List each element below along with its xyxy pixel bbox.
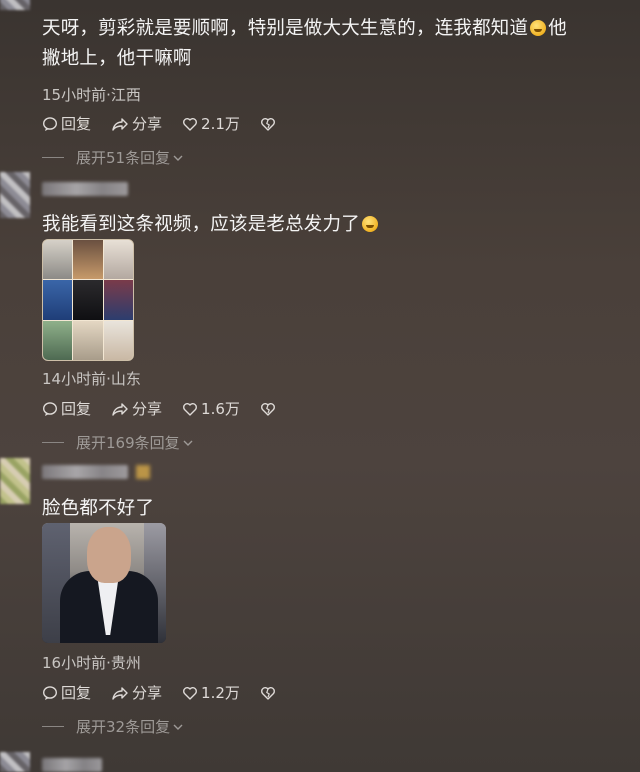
- share-button[interactable]: 分享: [111, 398, 162, 419]
- share-button[interactable]: 分享: [111, 682, 162, 703]
- grid-image[interactable]: [43, 320, 73, 360]
- speech-bubble-icon: [42, 401, 58, 416]
- comment-text: 脸色都不好了: [42, 498, 155, 519]
- like-button[interactable]: 2.1万: [182, 113, 240, 134]
- divider: [42, 442, 64, 443]
- grid-image[interactable]: [103, 320, 133, 360]
- grid-image[interactable]: [103, 240, 133, 280]
- avatar[interactable]: [0, 0, 30, 10]
- reply-button[interactable]: 回复: [42, 682, 91, 703]
- grid-image[interactable]: [43, 240, 73, 280]
- smirk-emoji-icon: [361, 216, 378, 232]
- expand-replies-button[interactable]: 展开32条回复: [42, 716, 184, 737]
- avatar[interactable]: [0, 752, 30, 772]
- comment-text: 我能看到这条视频，应该是老总发力了: [42, 210, 380, 240]
- comment-meta: 14小时前·山东: [42, 370, 141, 388]
- chevron-down-icon: [173, 724, 183, 730]
- comment-meta: 16小时前·贵州: [42, 654, 141, 672]
- share-arrow-icon: [112, 686, 128, 700]
- heart-icon: [183, 686, 198, 700]
- comment-text-line2: 撇地上，他干嘛啊: [42, 48, 192, 69]
- comment-image[interactable]: [42, 523, 166, 643]
- image-detail: [87, 527, 131, 583]
- laughing-emoji-icon: [530, 20, 547, 36]
- comment-actions: 回复 分享 1.2万: [42, 682, 299, 703]
- expand-replies-button[interactable]: 展开51条回复: [42, 147, 184, 168]
- share-arrow-icon: [112, 117, 128, 131]
- dislike-button[interactable]: [260, 685, 279, 701]
- divider: [42, 157, 64, 158]
- comment-item: 我能看到这条视频，应该是老总发力了 14小时前·山东 回复 分享 1.6万 展开: [0, 172, 640, 456]
- grid-image[interactable]: [73, 240, 103, 280]
- heart-icon: [183, 117, 198, 131]
- username-blurred[interactable]: [42, 758, 102, 772]
- speech-bubble-icon: [42, 685, 58, 700]
- username-blurred[interactable]: [42, 182, 128, 196]
- comment-actions: 回复 分享 2.1万: [42, 113, 299, 134]
- reply-button[interactable]: 回复: [42, 113, 91, 134]
- dislike-button[interactable]: [260, 401, 279, 417]
- like-button[interactable]: 1.6万: [182, 398, 240, 419]
- grid-image[interactable]: [73, 320, 103, 360]
- grid-image[interactable]: [43, 280, 73, 320]
- speech-bubble-icon: [42, 116, 58, 131]
- expand-replies-button[interactable]: 展开169条回复: [42, 432, 194, 453]
- heart-icon: [183, 402, 198, 416]
- comment-text: 天呀，剪彩就是要顺啊，特别是做大大生意的，连我都知道他: [42, 18, 567, 39]
- comment-item: 脸色都不好了 16小时前·贵州 回复 分享 1.2万 展开32条回复: [0, 458, 640, 748]
- divider: [42, 726, 64, 727]
- grid-image[interactable]: [103, 280, 133, 320]
- broken-heart-icon: [260, 402, 275, 416]
- chevron-down-icon: [183, 440, 193, 446]
- reply-button[interactable]: 回复: [42, 398, 91, 419]
- like-button[interactable]: 1.2万: [182, 682, 240, 703]
- dislike-button[interactable]: [260, 116, 279, 132]
- share-arrow-icon: [112, 402, 128, 416]
- chevron-down-icon: [173, 155, 183, 161]
- username-blurred[interactable]: [42, 465, 128, 479]
- avatar[interactable]: [0, 172, 30, 218]
- broken-heart-icon: [260, 117, 275, 131]
- comment-meta: 15小时前·江西: [42, 86, 141, 104]
- comment-item: 天呀，剪彩就是要顺啊，特别是做大大生意的，连我都知道他 撇地上，他干嘛啊 15小…: [0, 0, 640, 170]
- comment-actions: 回复 分享 1.6万: [42, 398, 299, 419]
- avatar[interactable]: [0, 458, 30, 504]
- broken-heart-icon: [260, 686, 275, 700]
- share-button[interactable]: 分享: [111, 113, 162, 134]
- image-grid[interactable]: [42, 239, 134, 361]
- grid-image[interactable]: [73, 280, 103, 320]
